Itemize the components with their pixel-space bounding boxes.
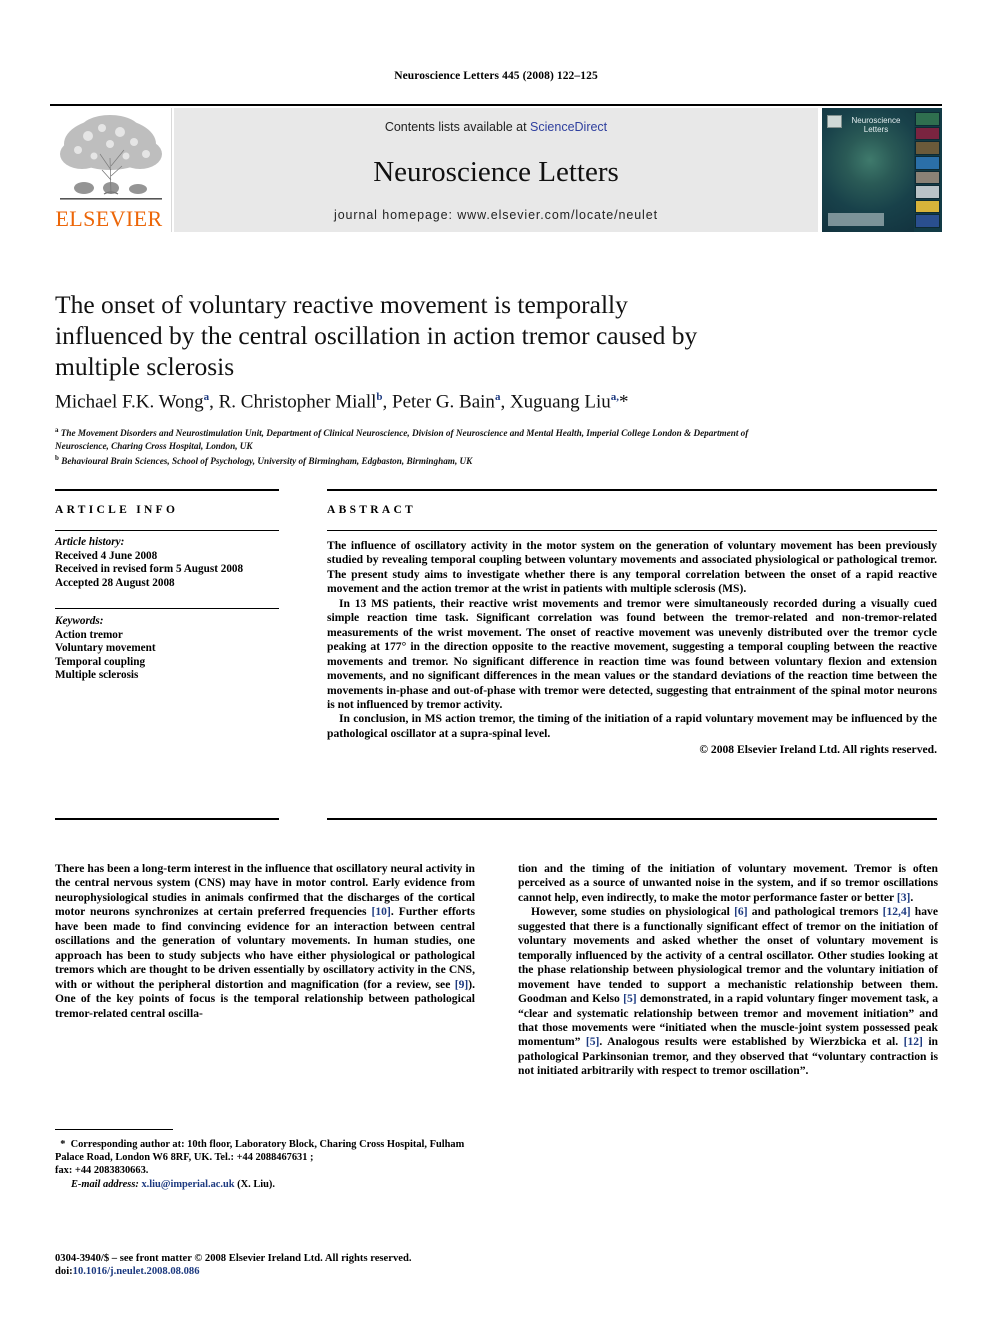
journal-homepage-link[interactable]: journal homepage: www.elsevier.com/locat… (174, 208, 818, 222)
body-column-left: There has been a long-term interest in t… (55, 862, 475, 1102)
body-column-right: tion and the timing of the initiation of… (518, 862, 938, 1079)
cover-thumb-2 (915, 126, 940, 141)
cover-publisher-mark-icon (827, 115, 842, 128)
corresponding-author-note: * Corresponding author at: 10th floor, L… (55, 1138, 475, 1191)
info-top-rule (55, 489, 279, 491)
cover-thumbnail-strip (915, 112, 940, 228)
affiliations: a The Movement Disorders and Neurostimul… (55, 424, 755, 468)
article-history-label: Article history: (55, 536, 125, 548)
article-history: Article history: Received 4 June 2008 Re… (55, 536, 295, 590)
info-second-rule (55, 530, 279, 532)
info-bottom-rule (55, 818, 279, 820)
cover-thumb-3 (915, 141, 940, 155)
affiliation-b: b Behavioural Brain Sciences, School of … (55, 454, 473, 467)
journal-cover-thumbnail[interactable]: Neuroscience Letters (822, 108, 942, 232)
cover-thumb-1 (915, 112, 940, 126)
cover-thumb-5 (915, 170, 940, 185)
contents-prefix-text: Contents lists available at (384, 120, 531, 134)
doi-line: doi:10.1016/j.neulet.2008.08.086 (55, 1265, 485, 1278)
journal-band-middle: Contents lists available at ScienceDirec… (174, 108, 818, 232)
journal-header-band: ELSEVIER Contents lists available at Sci… (50, 108, 942, 232)
email-line: E-mail address: x.liu@imperial.ac.uk (X.… (55, 1178, 475, 1191)
cover-thumb-7 (915, 199, 940, 214)
doi-link[interactable]: 10.1016/j.neulet.2008.08.086 (73, 1266, 200, 1277)
abstract-second-rule (327, 530, 937, 532)
corresponding-text: Corresponding author at: 10th floor, Lab… (55, 1139, 465, 1164)
email-link[interactable]: x.liu@imperial.ac.uk (141, 1179, 234, 1190)
keywords-top-rule (55, 608, 279, 610)
abstract-top-rule (327, 489, 937, 491)
body-paragraph: There has been a long-term interest in t… (55, 862, 475, 1020)
footnote-divider (55, 1129, 173, 1131)
affiliation-b-text: Behavioural Brain Sciences, School of Ps… (61, 456, 473, 467)
affiliation-a: a The Movement Disorders and Neurostimul… (55, 426, 749, 451)
keyword-item: Temporal coupling (55, 655, 146, 668)
elsevier-tree-icon (60, 115, 162, 200)
body-paragraph: tion and the timing of the initiation of… (518, 862, 938, 904)
cover-thumb-4 (915, 155, 940, 170)
sciencedirect-link[interactable]: ScienceDirect (530, 120, 607, 134)
abstract-paragraph: In 13 MS patients, their reactive wrist … (327, 596, 937, 711)
email-label: E-mail address: (71, 1178, 139, 1190)
keyword-item: Voluntary movement (55, 642, 156, 655)
cover-journal-title: Neuroscience Letters (851, 116, 901, 134)
issn-line: 0304-3940/$ – see front matter © 2008 El… (55, 1253, 412, 1264)
abstract-copyright: © 2008 Elsevier Ireland Ltd. All rights … (699, 743, 937, 757)
doi-label: doi: (55, 1266, 73, 1278)
corresponding-author-line: * Corresponding author at: 10th floor, L… (55, 1138, 475, 1164)
header-top-rule (50, 104, 942, 106)
body-paragraph: However, some studies on physiological [… (518, 905, 938, 1078)
abstract-paragraph: The influence of oscillatory activity in… (327, 539, 937, 596)
abstract-body: The influence of oscillatory activity in… (327, 539, 937, 758)
running-head: Neuroscience Letters 445 (2008) 122–125 (394, 70, 598, 82)
keywords-label: Keywords: (55, 615, 104, 627)
page-title: The onset of voluntary reactive movement… (55, 290, 698, 381)
elsevier-wordmark: ELSEVIER (55, 206, 163, 231)
article-history-item: Accepted 28 August 2008 (55, 576, 175, 589)
article-history-item: Received in revised form 5 August 2008 (55, 563, 244, 576)
abstract-paragraph: In conclusion, in MS action tremor, the … (327, 712, 937, 740)
keywords-list: Keywords: Action tremor Voluntary moveme… (55, 615, 295, 683)
affiliation-a-text: The Movement Disorders and Neurostimulat… (55, 428, 749, 451)
cover-thumb-6 (915, 185, 940, 199)
keyword-item: Action tremor (55, 628, 123, 641)
journal-title: Neuroscience Letters (373, 156, 619, 188)
email-owner: (X. Liu). (237, 1178, 275, 1190)
cover-thumb-8 (915, 214, 940, 228)
keyword-item: Multiple sclerosis (55, 669, 139, 682)
article-page: Neuroscience Letters 445 (2008) 122–125 (0, 0, 992, 1323)
contents-available-line: Contents lists available at ScienceDirec… (174, 120, 818, 134)
article-history-item: Received 4 June 2008 (55, 549, 158, 562)
article-info-heading: ARTICLE INFO (55, 504, 179, 516)
abstract-heading: ABSTRACT (327, 504, 417, 516)
corresponding-marker: * (60, 1139, 66, 1150)
abstract-bottom-rule (327, 818, 937, 820)
fax-line: fax: +44 2083830663. (55, 1165, 149, 1177)
elsevier-logo[interactable]: ELSEVIER (50, 108, 172, 232)
colophon: 0304-3940/$ – see front matter © 2008 El… (55, 1252, 485, 1279)
cover-bottom-bar (828, 213, 884, 226)
author-list: Michael F.K. Wonga, R. Christopher Miall… (55, 391, 629, 413)
